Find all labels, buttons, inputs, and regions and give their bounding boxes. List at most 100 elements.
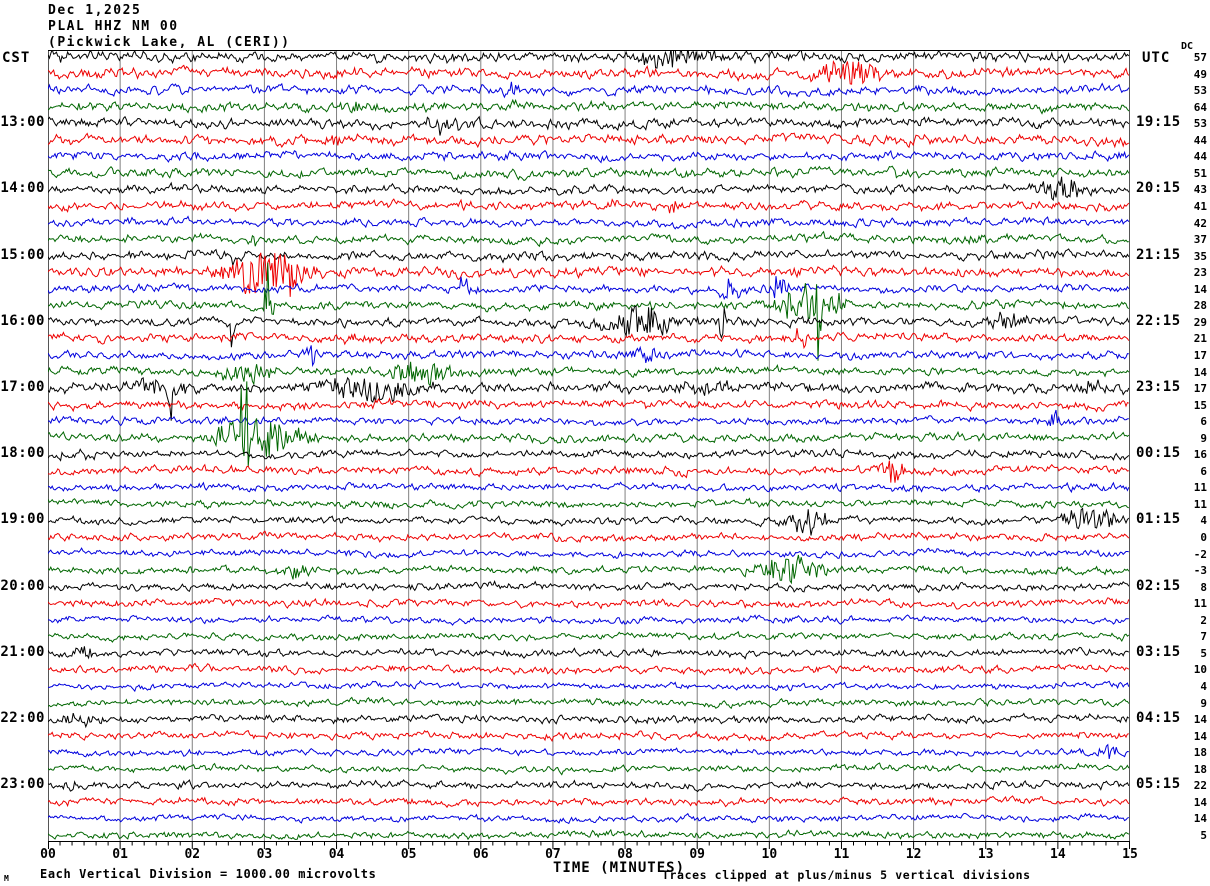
dc-value: 16 [1193, 448, 1207, 462]
dc-value: 14 [1193, 282, 1207, 296]
dc-value: 28 [1193, 299, 1207, 313]
dc-value: 18 [1193, 762, 1207, 776]
dc-value: 37 [1193, 233, 1207, 247]
cst-hour-label: 14:00 [0, 180, 45, 197]
dc-value: -2 [1193, 547, 1207, 561]
trace-row [48, 345, 1129, 368]
dc-value: 64 [1193, 100, 1207, 114]
trace-row [48, 712, 1130, 729]
trace-row [48, 248, 1130, 268]
cst-hour-label: 16:00 [0, 312, 45, 329]
dc-value: 4 [1200, 514, 1207, 528]
cst-hour-label: 18:00 [0, 445, 45, 462]
trace-row [48, 50, 1130, 69]
dc-value: 8 [1200, 580, 1207, 594]
trace-row [48, 662, 1130, 676]
trace-row [48, 252, 1130, 297]
trace-row [48, 165, 1130, 182]
trace-row [48, 262, 1130, 361]
cst-hour-label: 19:00 [0, 511, 45, 528]
title-date: Dec 1,2025 [48, 3, 142, 18]
trace-row [48, 580, 1130, 594]
trace-row [48, 198, 1130, 214]
trace-row [48, 547, 1129, 560]
trace-row [48, 60, 1130, 85]
dc-value: 14 [1193, 812, 1207, 826]
dc-value: 11 [1193, 597, 1207, 611]
dc-value: 43 [1193, 183, 1207, 197]
trace-row [48, 409, 1129, 427]
trace-row [48, 376, 1130, 421]
cst-hour-label: 21:00 [0, 643, 45, 660]
trace-row [48, 828, 1130, 841]
trace-row [48, 762, 1130, 776]
trace-row [48, 215, 1130, 230]
dc-value: 10 [1193, 663, 1207, 677]
dc-value: 15 [1193, 398, 1207, 412]
dc-value: 29 [1193, 315, 1207, 329]
minute-tick-label: 03 [256, 847, 273, 862]
dc-value: 44 [1193, 133, 1207, 147]
dc-value: 14 [1193, 729, 1207, 743]
cst-hour-label: 23:00 [0, 776, 45, 793]
corner-mark: M [4, 874, 9, 883]
cst-axis-label: CST [2, 50, 31, 66]
minute-tick-label: 11 [833, 847, 850, 862]
dc-value: 22 [1193, 779, 1207, 793]
title-station: PLAL HHZ NM 00 [48, 19, 179, 34]
cst-hour-label: 17:00 [0, 379, 45, 396]
minute-tick-label: 02 [184, 847, 201, 862]
trace-row [48, 448, 1130, 462]
trace-row [48, 149, 1130, 164]
cst-hour-label: 13:00 [0, 114, 45, 131]
dc-value: 4 [1200, 680, 1207, 694]
dc-value: 53 [1193, 84, 1207, 98]
trace-row [48, 795, 1130, 809]
trace-row [48, 554, 1130, 585]
dc-value: 17 [1193, 348, 1207, 362]
trace-row [48, 743, 1129, 759]
dc-value: 51 [1193, 166, 1207, 180]
minute-tick-label: 12 [905, 847, 922, 862]
dc-value: 23 [1193, 266, 1207, 280]
trace-row [48, 276, 1130, 301]
minute-tick-label: 04 [328, 847, 345, 862]
minute-tick-label: 00 [40, 847, 56, 862]
minute-tick-label: 14 [1050, 847, 1066, 862]
minute-tick-label: 06 [472, 847, 489, 862]
dc-value: -3 [1193, 564, 1207, 578]
minute-tick-label: 05 [400, 847, 417, 862]
dc-value: 21 [1193, 332, 1207, 346]
dc-value: 7 [1200, 630, 1207, 644]
utc-axis-label: UTC [1142, 50, 1171, 66]
trace-row [48, 729, 1129, 742]
trace-row [48, 497, 1129, 510]
dc-value: 14 [1193, 795, 1207, 809]
dc-value: 9 [1200, 431, 1207, 445]
dc-value: 53 [1193, 117, 1207, 131]
dc-value: 0 [1200, 531, 1207, 545]
dc-value: 18 [1193, 746, 1207, 760]
trace-row [48, 481, 1130, 494]
title-block: Dec 1,2025 PLAL HHZ NM 00 (Pickwick Lake… [48, 3, 291, 51]
trace-row [48, 812, 1130, 825]
dc-value: 2 [1200, 613, 1207, 627]
minute-tick-label: 15 [1122, 847, 1138, 862]
dc-value: 17 [1193, 382, 1207, 396]
trace-row [48, 530, 1130, 544]
dc-value: 11 [1193, 481, 1207, 495]
helicorder-screen: Dec 1,2025 PLAL HHZ NM 00 (Pickwick Lake… [0, 0, 1210, 886]
dc-value: 14 [1193, 365, 1207, 379]
trace-row [48, 115, 1130, 136]
cst-hour-label: 22:00 [0, 710, 45, 727]
title-location: (Pickwick Lake, AL (CERI)) [48, 35, 291, 50]
seismogram-plot [48, 50, 1130, 849]
trace-row [48, 779, 1130, 793]
trace-row [48, 630, 1130, 643]
dc-value: 49 [1193, 67, 1207, 81]
dc-value: 11 [1193, 497, 1207, 511]
dc-value: 5 [1200, 646, 1207, 660]
minute-tick-label: 01 [112, 847, 128, 862]
trace-row [48, 98, 1130, 115]
dc-value: 6 [1200, 415, 1207, 429]
